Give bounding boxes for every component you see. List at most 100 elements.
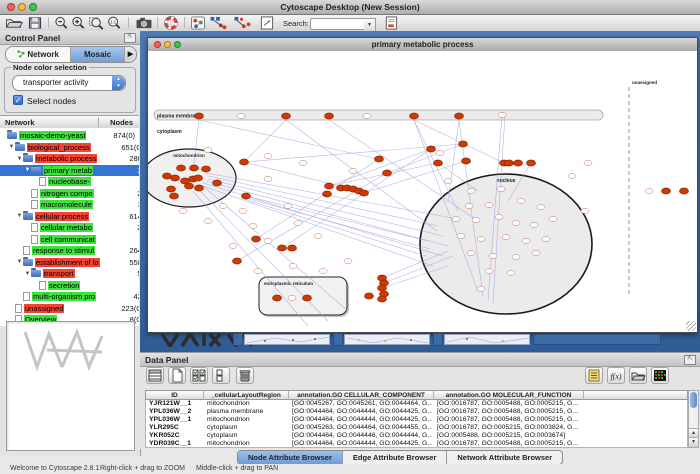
minimized-window[interactable] bbox=[333, 333, 431, 347]
search-options-icon[interactable] bbox=[381, 16, 401, 30]
tab-network-attribute-browser[interactable]: Network Attribute Browser bbox=[447, 451, 562, 464]
save-session-icon[interactable] bbox=[25, 16, 45, 30]
table-scrollbar[interactable]: ▲ ▼ bbox=[688, 390, 699, 448]
main-toolbar: 1:1 Search: ▼ bbox=[0, 15, 700, 32]
tree-row-mosaic-demo-yeast[interactable]: mosaic-demo-yeast874(0) bbox=[0, 130, 139, 142]
apply-layout-icon[interactable] bbox=[208, 16, 228, 30]
tab-network[interactable]: Network bbox=[6, 47, 71, 62]
matrix-view-icon[interactable] bbox=[651, 367, 669, 384]
toolbar-separator bbox=[157, 17, 158, 28]
node-color-dropdown[interactable]: transporter activity ▲▼ bbox=[12, 75, 126, 91]
vizmapper-icon[interactable] bbox=[188, 16, 208, 30]
svg-text:mitochondrion: mitochondrion bbox=[173, 153, 205, 158]
zoom-selected-region-icon[interactable] bbox=[87, 16, 107, 30]
network-view-frame[interactable]: primary metabolic process plasma membran… bbox=[147, 37, 698, 333]
tree-row-macromolecule[interactable]: macromolecule311(0) bbox=[0, 199, 139, 211]
attribute-list-icon[interactable] bbox=[585, 367, 603, 384]
tree-row-multi-organism-process[interactable]: multi-organism pro42(0) bbox=[0, 291, 139, 303]
expand-arrow-icon[interactable]: ▼ bbox=[24, 271, 31, 277]
column-header-id[interactable]: ID bbox=[146, 392, 203, 399]
export-image-icon[interactable] bbox=[134, 16, 154, 30]
unselect-attributes-icon[interactable] bbox=[212, 367, 230, 384]
minimized-window-icon bbox=[433, 333, 443, 346]
network-view-titlebar[interactable]: primary metabolic process bbox=[148, 38, 697, 52]
tree-row-cell-communication[interactable]: cell communicat22(0) bbox=[0, 234, 139, 246]
minimized-window-bar[interactable] bbox=[533, 334, 661, 345]
import-attributes-icon[interactable] bbox=[629, 367, 647, 384]
expand-arrow-icon[interactable]: ▼ bbox=[24, 167, 31, 173]
tree-row-transport[interactable]: ▼transport558(0) bbox=[0, 268, 139, 280]
scroll-down-icon[interactable]: ▼ bbox=[689, 437, 698, 447]
table-row[interactable]: YJR121W__1mitochondrion[GO:0045267, GO:0… bbox=[146, 400, 687, 408]
select-nodes-label: Select nodes bbox=[27, 96, 76, 106]
table-row[interactable]: YLR295Ccytoplasm[GO:0045263, GO:0044464,… bbox=[146, 424, 687, 432]
delete-attribute-icon[interactable] bbox=[236, 367, 254, 384]
scrollbar-thumb[interactable] bbox=[690, 392, 697, 408]
tab-mosaic[interactable]: Mosaic bbox=[71, 47, 125, 62]
table-row[interactable]: YKR052Ccytoplasm[GO:0044464, GO:0044446,… bbox=[146, 432, 687, 440]
table-row[interactable]: YPL036W__1mitochondrion[GO:0044464, GO:0… bbox=[146, 416, 687, 424]
tab-edge-attribute-browser[interactable]: Edge Attribute Browser bbox=[343, 451, 447, 464]
folder-icon bbox=[23, 155, 33, 162]
annotation-icon[interactable] bbox=[257, 16, 277, 30]
expand-arrow-icon[interactable]: ▼ bbox=[16, 156, 23, 162]
tab-network-label: Network bbox=[27, 50, 59, 59]
network-canvas[interactable]: plasma membrane cytoplasm mitochondrion … bbox=[148, 51, 697, 332]
float-panel-icon[interactable]: ⇱ bbox=[684, 355, 696, 365]
nodes-column-header[interactable]: Nodes bbox=[110, 118, 133, 127]
column-header-region[interactable]: _cellularLayoutRegion bbox=[204, 392, 288, 399]
attribute-table-icon[interactable] bbox=[146, 367, 164, 384]
column-header-cellular-component[interactable]: annotation.GO CELLULAR_COMPONENT bbox=[289, 392, 433, 399]
tree-row-cellular-metabolic[interactable]: cellular metabo209(0) bbox=[0, 222, 139, 234]
tree-row-metabolic-process[interactable]: ▼metabolic process280(0) bbox=[0, 153, 139, 165]
open-session-icon[interactable] bbox=[4, 16, 24, 30]
tree-row-establishment-of-localization[interactable]: ▼establishment of lo558(0) bbox=[0, 257, 139, 269]
tab-overflow-arrow-icon[interactable]: ▶ bbox=[125, 47, 136, 62]
tree-row-cellular-process[interactable]: ▼cellular process614(0) bbox=[0, 211, 139, 223]
tree-row-primary-metabolic[interactable]: ▼primary metab209(... bbox=[0, 165, 139, 177]
select-nodes-checkbox[interactable]: ✓ bbox=[13, 95, 23, 105]
minimized-window[interactable] bbox=[233, 333, 331, 347]
toolbar-separator bbox=[184, 17, 185, 28]
tab-node-attribute-browser[interactable]: Node Attribute Browser bbox=[238, 451, 343, 464]
network-tree: mosaic-demo-yeast874(0) ▼biological_proc… bbox=[0, 128, 139, 326]
tree-row-nucleobase[interactable]: nucleobase-209(0) bbox=[0, 176, 139, 188]
zoom-in-icon[interactable] bbox=[69, 16, 89, 30]
window-titlebar[interactable]: Cytoscape Desktop (New Session) bbox=[0, 0, 700, 15]
new-attribute-icon[interactable] bbox=[168, 367, 186, 384]
expand-arrow-icon[interactable]: ▼ bbox=[8, 144, 15, 150]
column-header-molecular-function[interactable]: annotation.GO MOLECULAR_FUNCTION bbox=[434, 392, 583, 399]
frame-resize-grip[interactable] bbox=[686, 321, 696, 331]
svg-text:nucleus: nucleus bbox=[497, 178, 516, 184]
search-dropdown-icon[interactable]: ▼ bbox=[364, 18, 376, 32]
expand-arrow-icon[interactable]: ▼ bbox=[16, 259, 23, 265]
help-ring-icon[interactable] bbox=[161, 16, 181, 30]
network-column-header[interactable]: Network bbox=[5, 118, 35, 127]
minimized-window[interactable] bbox=[433, 333, 531, 347]
select-attributes-icon[interactable] bbox=[190, 367, 208, 384]
table-header-row[interactable]: ID _cellularLayoutRegion annotation.GO C… bbox=[145, 390, 688, 400]
toolbar-separator bbox=[128, 17, 129, 28]
table-row[interactable]: YDR039C__1mitochondrion[GO:0044464, GO:0… bbox=[146, 440, 687, 448]
expand-arrow-icon[interactable]: ▼ bbox=[16, 213, 23, 219]
tree-row-secretion[interactable]: secretion41(0) bbox=[0, 280, 139, 292]
search-input[interactable] bbox=[310, 18, 366, 30]
tree-table-header[interactable]: Network Nodes bbox=[0, 115, 139, 129]
zoom-actual-size-icon[interactable]: 1:1 bbox=[105, 16, 125, 30]
tree-row-biological-process[interactable]: ▼biological_process651(0) bbox=[0, 142, 139, 154]
region-cytoplasm-label: cytoplasm bbox=[157, 129, 182, 135]
float-panel-icon[interactable]: ⇱ bbox=[124, 33, 136, 43]
apply-layout-alt-icon[interactable] bbox=[232, 16, 252, 30]
node-color-dropdown-value: transporter activity bbox=[23, 78, 88, 87]
folder-icon bbox=[23, 213, 33, 220]
table-row[interactable]: YPL036W__2plasma membrane[GO:0044464, GO… bbox=[146, 408, 687, 416]
birds-eye-view[interactable] bbox=[6, 321, 135, 451]
region-plasma-membrane: plasma membrane bbox=[154, 110, 603, 120]
control-panel: Control Panel ⇱ Network Mosaic ▶ Node co… bbox=[0, 31, 141, 456]
tree-row-nitrogen-compound[interactable]: nitrogen compo209(0) bbox=[0, 188, 139, 200]
column-divider[interactable] bbox=[98, 117, 99, 127]
file-icon bbox=[39, 281, 46, 290]
function-builder-icon[interactable]: f(x) bbox=[607, 367, 625, 384]
tree-row-unassigned[interactable]: unassigned223(0) bbox=[0, 303, 139, 315]
tree-row-response-to-stimulus[interactable]: response to stimul264(0) bbox=[0, 245, 139, 257]
